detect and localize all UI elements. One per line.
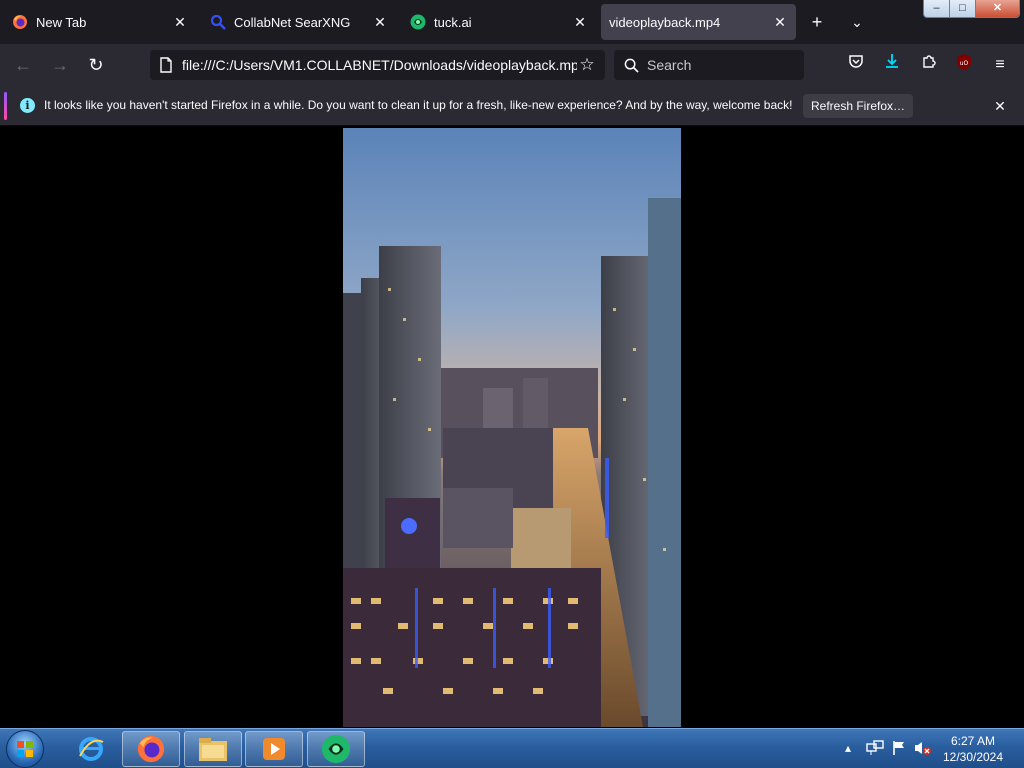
close-tab-icon[interactable]: ✕	[372, 14, 388, 30]
firefox-icon	[13, 15, 27, 29]
system-clock[interactable]: 6:27 AM 12/30/2024	[935, 733, 1011, 765]
tab-title: tuck.ai	[434, 14, 472, 30]
video-player[interactable]	[343, 128, 681, 727]
city-night-video-frame	[343, 128, 681, 727]
page-icon	[160, 57, 172, 73]
window-controls: – □ ✕	[923, 0, 1020, 18]
chevron-down-icon[interactable]: ⌄	[845, 10, 869, 34]
internet-explorer-icon[interactable]	[62, 731, 120, 767]
tab-collabnet-searxng[interactable]: CollabNet SearXNG ✕	[202, 4, 396, 40]
notification-accent	[4, 92, 7, 120]
tab-strip: New Tab ✕ CollabNet SearXNG ✕ tuck.ai ✕ …	[0, 0, 1024, 44]
start-orb[interactable]	[6, 730, 44, 768]
tab-new-tab[interactable]: New Tab ✕	[4, 4, 196, 40]
magnifier-icon	[210, 14, 226, 30]
tab-videoplayback[interactable]: videoplayback.mp4 ✕	[601, 4, 796, 40]
reload-icon[interactable]: ↻	[83, 53, 109, 77]
video-viewport	[0, 127, 1024, 728]
clock-time: 6:27 AM	[950, 734, 996, 748]
action-center-flag-icon[interactable]	[891, 740, 907, 768]
firefox-icon[interactable]	[122, 731, 180, 767]
tab-title: CollabNet SearXNG	[234, 14, 351, 30]
search-input[interactable]: Search	[614, 50, 804, 80]
refresh-firefox-button[interactable]: Refresh Firefox…	[803, 94, 913, 118]
navigation-toolbar: ← → ↻ file:///C:/Users/VM1.COLLABNET/Dow…	[0, 44, 1024, 86]
close-window-button[interactable]: ✕	[976, 0, 1019, 17]
plus-icon[interactable]: +	[805, 10, 829, 34]
tuck-icon	[410, 14, 426, 30]
url-bar[interactable]: file:///C:/Users/VM1.COLLABNET/Downloads…	[150, 50, 605, 80]
tab-title: New Tab	[36, 14, 87, 30]
downloads-icon[interactable]	[880, 53, 904, 77]
refresh-firefox-notification: i It looks like you haven't started Fire…	[0, 86, 1024, 126]
windows-taskbar: ▴ 6:27 AM 12/30/2024	[0, 728, 1024, 768]
media-player-icon[interactable]	[245, 731, 303, 767]
tab-title: videoplayback.mp4	[609, 14, 721, 30]
svg-text:uO: uO	[960, 60, 969, 67]
search-icon	[624, 58, 639, 73]
clock-date: 12/30/2024	[942, 750, 1004, 764]
firefox-window: New Tab ✕ CollabNet SearXNG ✕ tuck.ai ✕ …	[0, 0, 1024, 768]
show-hidden-icons-icon[interactable]: ▴	[845, 741, 851, 768]
close-icon[interactable]: ✕	[990, 96, 1010, 116]
maximize-button[interactable]: □	[950, 0, 976, 17]
tab-tuck-ai[interactable]: tuck.ai ✕	[402, 4, 596, 40]
menu-icon[interactable]: ≡	[988, 53, 1012, 77]
forward-arrow-icon[interactable]: →	[47, 53, 73, 77]
notification-message: It looks like you haven't started Firefo…	[44, 98, 793, 112]
pocket-icon[interactable]	[844, 53, 868, 77]
minimize-button[interactable]: –	[924, 0, 950, 17]
close-tab-icon[interactable]: ✕	[572, 14, 588, 30]
extensions-icon[interactable]	[917, 53, 941, 77]
network-icon[interactable]	[866, 740, 884, 768]
file-explorer-icon[interactable]	[184, 731, 242, 767]
star-icon[interactable]: ☆	[577, 55, 597, 75]
info-icon: i	[20, 98, 35, 113]
url-text[interactable]: file:///C:/Users/VM1.COLLABNET/Downloads…	[182, 57, 577, 73]
muted-speaker-icon[interactable]	[914, 740, 932, 768]
tuck-app-icon[interactable]	[307, 731, 365, 767]
close-tab-icon[interactable]: ✕	[172, 14, 188, 30]
search-placeholder: Search	[647, 57, 692, 73]
back-arrow-icon[interactable]: ←	[10, 53, 36, 77]
close-tab-icon[interactable]: ✕	[772, 14, 788, 30]
ublock-icon[interactable]: uO	[952, 53, 976, 77]
